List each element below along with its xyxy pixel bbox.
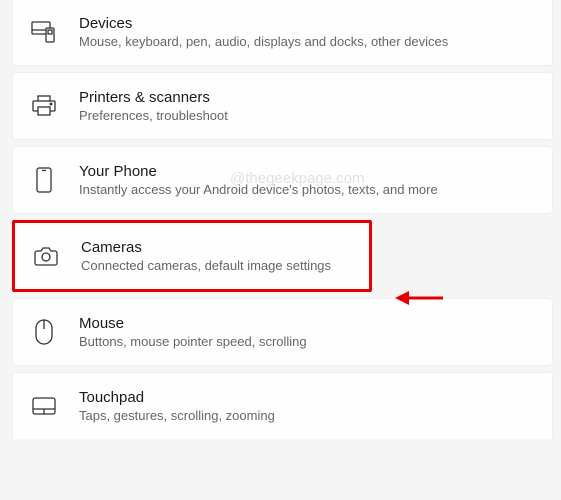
item-title: Cameras	[81, 239, 331, 256]
item-title: Mouse	[79, 315, 307, 332]
text-wrap: Printers & scanners Preferences, trouble…	[79, 89, 228, 123]
touchpad-icon	[31, 393, 57, 419]
printer-icon	[31, 93, 57, 119]
devices-icon	[31, 19, 57, 45]
item-title: Your Phone	[79, 163, 438, 180]
text-wrap: Mouse Buttons, mouse pointer speed, scro…	[79, 315, 307, 349]
item-subtitle: Instantly access your Android device's p…	[79, 182, 438, 197]
phone-icon	[31, 167, 57, 193]
item-subtitle: Buttons, mouse pointer speed, scrolling	[79, 334, 307, 349]
settings-item-touchpad[interactable]: Touchpad Taps, gestures, scrolling, zoom…	[12, 372, 553, 439]
text-wrap: Your Phone Instantly access your Android…	[79, 163, 438, 197]
settings-list: Devices Mouse, keyboard, pen, audio, dis…	[0, 0, 561, 439]
mouse-icon	[31, 319, 57, 345]
item-title: Printers & scanners	[79, 89, 228, 106]
item-title: Devices	[79, 15, 448, 32]
text-wrap: Touchpad Taps, gestures, scrolling, zoom…	[79, 389, 275, 423]
settings-item-mouse[interactable]: Mouse Buttons, mouse pointer speed, scro…	[12, 298, 553, 366]
item-subtitle: Mouse, keyboard, pen, audio, displays an…	[79, 34, 448, 49]
camera-icon	[33, 243, 59, 269]
settings-item-your-phone[interactable]: Your Phone Instantly access your Android…	[12, 146, 553, 214]
item-subtitle: Connected cameras, default image setting…	[81, 258, 331, 273]
text-wrap: Cameras Connected cameras, default image…	[81, 239, 331, 273]
item-subtitle: Taps, gestures, scrolling, zooming	[79, 408, 275, 423]
item-title: Touchpad	[79, 389, 275, 406]
settings-item-printers[interactable]: Printers & scanners Preferences, trouble…	[12, 72, 553, 140]
item-subtitle: Preferences, troubleshoot	[79, 108, 228, 123]
settings-item-cameras[interactable]: Cameras Connected cameras, default image…	[12, 220, 372, 292]
settings-item-devices[interactable]: Devices Mouse, keyboard, pen, audio, dis…	[12, 0, 553, 66]
text-wrap: Devices Mouse, keyboard, pen, audio, dis…	[79, 15, 448, 49]
